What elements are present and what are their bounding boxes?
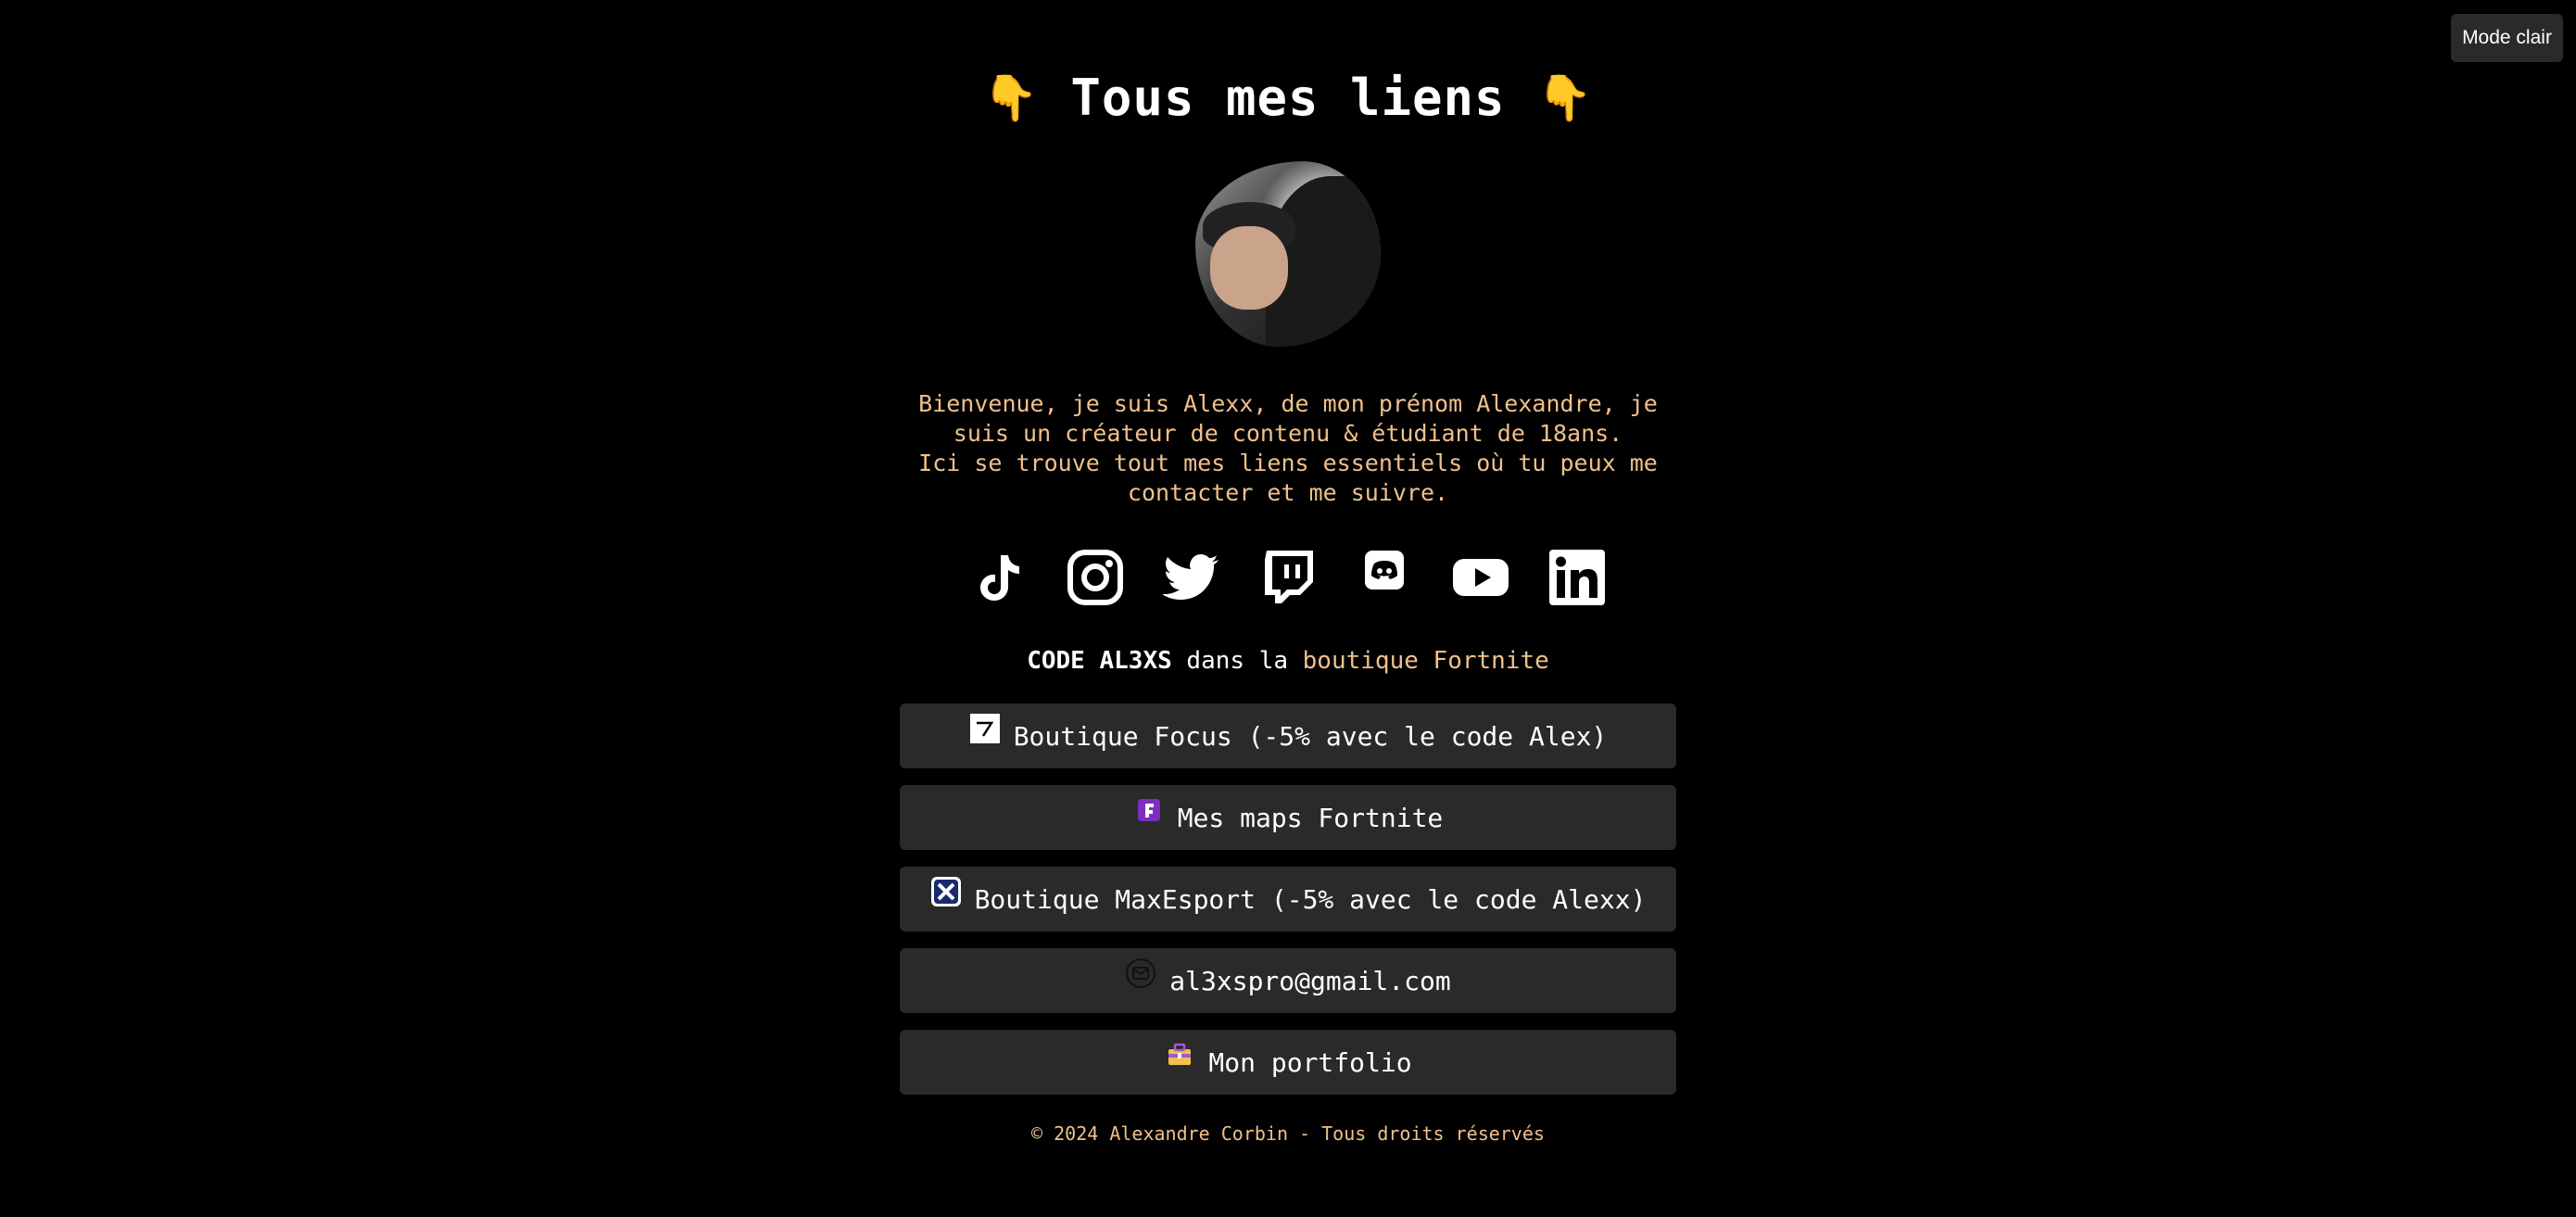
portfolio-button[interactable]: Mon portfolio [900,1030,1676,1095]
link-label: Mes maps Fortnite [1177,802,1444,833]
twitch-icon[interactable] [1253,545,1323,610]
link-label: Boutique MaxEsport (-5% avec le code Ale… [974,883,1647,915]
link-label: Mon portfolio [1208,1046,1412,1078]
focus-logo-icon [969,713,1001,744]
maxesport-icon [930,876,962,907]
fortnite-maps-button[interactable]: Mes maps Fortnite [900,785,1676,850]
instagram-icon[interactable] [1060,545,1130,610]
pointing-down-emoji-left: 👇 [982,72,1040,124]
avatar [1195,161,1381,347]
footer-copyright: © 2024 Alexandre Corbin - Tous droits ré… [1031,1122,1545,1145]
pointing-down-emoji-right: 👇 [1536,72,1594,124]
theme-toggle-button[interactable]: Mode clair [2451,14,2563,62]
creator-code: CODE AL3XS dans la boutique Fortnite [1027,645,1549,677]
link-label: Boutique Focus (-5% avec le code Alex) [1013,720,1608,752]
bio-line-2: Ici se trouve tout mes liens essentiels … [918,450,1658,506]
email-button[interactable]: al3xspro@gmail.com [900,948,1676,1013]
twitter-icon[interactable] [1156,545,1227,610]
fortnite-shop-link[interactable]: boutique Fortnite [1303,647,1549,675]
creator-code-text: dans la [1186,647,1288,675]
youtube-icon[interactable] [1446,545,1516,610]
links-page: 👇 Tous mes liens 👇 Bienvenue, je suis Al… [900,0,1676,1145]
focus-shop-button[interactable]: Boutique Focus (-5% avec le code Alex) [900,704,1676,768]
tiktok-icon[interactable] [964,545,1034,610]
fortnite-icon [1133,794,1165,826]
bio: Bienvenue, je suis Alexx, de mon prénom … [900,389,1676,508]
discord-icon[interactable] [1349,545,1420,610]
linkedin-icon[interactable] [1542,545,1612,610]
link-label: al3xspro@gmail.com [1169,965,1451,996]
page-title-text: Tous mes liens [1070,69,1506,127]
bio-line-1: Bienvenue, je suis Alexx, de mon prénom … [918,390,1658,447]
social-links [964,545,1612,610]
creator-code-value: CODE AL3XS [1027,647,1172,675]
email-icon [1125,957,1156,989]
page-title: 👇 Tous mes liens 👇 [983,65,1594,132]
maxesport-shop-button[interactable]: Boutique MaxEsport (-5% avec le code Ale… [900,867,1676,932]
link-list: Boutique Focus (-5% avec le code Alex) M… [900,704,1676,1095]
briefcase-icon [1164,1039,1195,1071]
